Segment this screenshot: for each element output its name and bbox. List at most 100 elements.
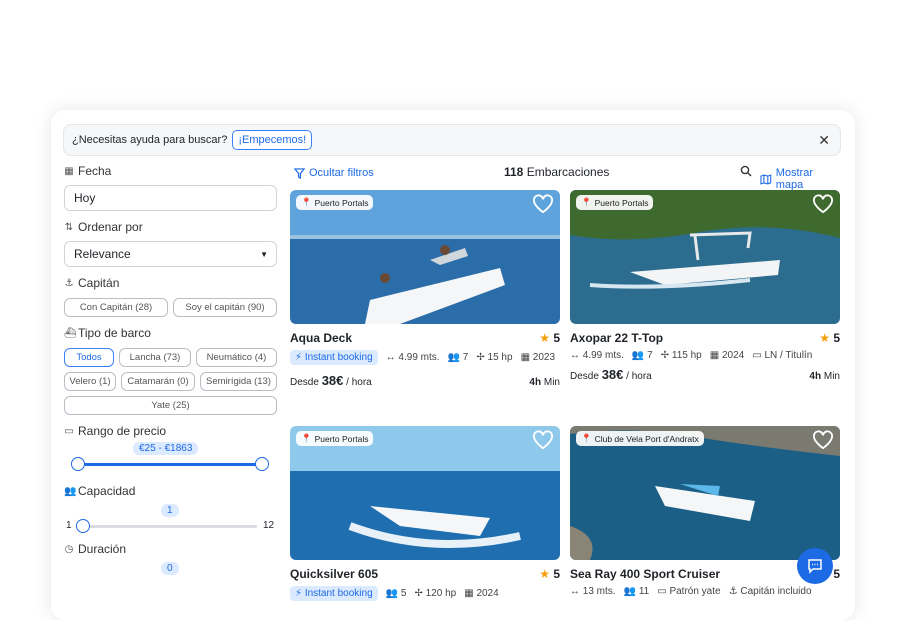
help-banner: ¿Necesitas ayuda para buscar? ¡Empecemos…: [63, 124, 841, 156]
star-icon: ★: [539, 331, 550, 345]
sort-icon: ⇅: [64, 221, 74, 233]
location-tag: 📍 Puerto Portals: [576, 195, 654, 210]
boat-type-label: ⛴ Tipo de barco: [64, 326, 151, 340]
chip-boat-catamaran[interactable]: Catamarán (0): [121, 372, 195, 391]
engine-spec: ✢ 115 hp: [660, 350, 702, 361]
star-icon: ★: [539, 567, 550, 581]
pin-icon: 📍: [581, 433, 592, 443]
boat-rating: ★ 5: [539, 331, 560, 345]
year-spec: ▦ 2024: [464, 588, 499, 599]
price-range-pill: €25 - €1863: [133, 442, 199, 455]
people-spec: 👥 7: [447, 352, 469, 363]
capacity-max-label: 12: [263, 520, 275, 531]
boat-price: Desde 38€ / hora 4h Min: [290, 373, 560, 388]
duration-slider: 0: [64, 558, 278, 588]
skipper-spec: ▭ Patrón yate: [657, 586, 721, 597]
price-max-handle[interactable]: [255, 457, 269, 471]
price-slider: €25 - €1863: [64, 440, 278, 476]
sort-label: ⇅ Ordenar por: [64, 220, 143, 234]
boat-photo[interactable]: 📍 Club de Vela Port d'Andratx: [570, 426, 840, 560]
engine-spec: ✢ 15 hp: [476, 352, 513, 363]
chat-icon: [808, 559, 822, 574]
capacity-slider: 1 1 12: [64, 500, 278, 536]
people-spec: 👥 7: [631, 350, 653, 361]
calendar-icon: ▦: [64, 165, 74, 177]
people-spec: 👥 5: [385, 588, 407, 599]
heart-icon[interactable]: [532, 430, 554, 450]
capacity-handle[interactable]: [76, 519, 90, 533]
results-toolbar: Ocultar filtros 118 Embarcaciones Mostra…: [290, 165, 842, 191]
boat-photo[interactable]: 📍 Puerto Portals: [570, 190, 840, 324]
boat-name: Axopar 22 T-Top: [570, 331, 664, 345]
chip-boat-all[interactable]: Todos: [64, 348, 114, 367]
search-icon[interactable]: [740, 165, 752, 180]
date-label: ▦ Fecha: [64, 164, 112, 178]
boat-card[interactable]: 📍 Puerto Portals Aqua Deck ★ 5 ⚡ Instant b…: [290, 190, 560, 388]
chat-button[interactable]: [797, 548, 833, 584]
money-icon: ▭: [64, 425, 74, 437]
chip-self-captain[interactable]: Soy el capitán (90): [173, 298, 277, 317]
boat-photo[interactable]: 📍 Puerto Portals: [290, 426, 560, 560]
boat-name: Quicksilver 605: [290, 567, 379, 581]
heart-icon[interactable]: [812, 430, 834, 450]
captain-label: ⚓ Capitán: [64, 276, 120, 290]
chip-boat-neumatico[interactable]: Neumático (4): [196, 348, 277, 367]
duration-value-pill: 0: [161, 562, 179, 575]
chip-with-captain[interactable]: Con Capitán (28): [64, 298, 168, 317]
boat-card[interactable]: 📍 Puerto Portals Axopar 22 T-Top ★ 5 ↔ 4.9…: [570, 190, 840, 382]
capacity-value-pill: 1: [161, 504, 179, 517]
filter-icon: [294, 167, 305, 179]
price-min-handle[interactable]: [71, 457, 85, 471]
clock-icon: ◷: [64, 543, 74, 555]
capacity-track: [78, 525, 257, 528]
chip-boat-semirigida[interactable]: Semirígida (13): [200, 372, 277, 391]
capacity-min-label: 1: [66, 520, 72, 531]
chip-boat-yate[interactable]: Yate (25): [64, 396, 277, 415]
boat-name: Aqua Deck: [290, 331, 353, 345]
chip-boat-velero[interactable]: Velero (1): [64, 372, 116, 391]
instant-booking-badge: ⚡ Instant booking: [290, 350, 378, 365]
engine-spec: ✢ 120 hp: [414, 588, 457, 599]
pin-icon: 📍: [581, 197, 592, 207]
capacity-label: 👥 Capacidad: [64, 484, 136, 498]
location-tag: 📍 Club de Vela Port d'Andratx: [576, 431, 704, 446]
heart-icon[interactable]: [812, 194, 834, 214]
date-input[interactable]: Hoy: [64, 185, 277, 211]
duration-label: ◷ Duración: [64, 542, 127, 556]
length-spec: ↔ 4.99 mts.: [570, 350, 624, 361]
boat-rating: ★ 5: [539, 567, 560, 581]
year-spec: ▦ 2024: [709, 350, 745, 361]
pin-icon: 📍: [301, 433, 312, 443]
search-panel: ¿Necesitas ayuda para buscar? ¡Empecemos…: [51, 110, 855, 620]
price-fill: [78, 463, 262, 466]
boat-photo[interactable]: 📍 Puerto Portals: [290, 190, 560, 324]
boat-rating: 5: [833, 567, 840, 581]
license-spec: ▭ LN / Titulín: [752, 350, 813, 361]
location-tag: 📍 Puerto Portals: [296, 195, 374, 210]
boat-rating: ★ 5: [819, 331, 840, 345]
boat-price: Desde 38€ / hora 4h Min: [570, 367, 840, 382]
instant-booking-badge: ⚡ Instant booking: [290, 586, 378, 601]
sort-select[interactable]: Relevance ▼: [64, 241, 277, 267]
help-question: ¿Necesitas ayuda para buscar?: [72, 134, 228, 146]
boat-name: Sea Ray 400 Sport Cruiser: [570, 567, 721, 581]
boat-card[interactable]: 📍 Puerto Portals Quicksilver 605 ★ 5 ⚡ Ins…: [290, 426, 560, 601]
price-label: ▭ Rango de precio: [64, 424, 167, 438]
chip-boat-lancha[interactable]: Lancha (73): [119, 348, 191, 367]
chevron-down-icon: ▼: [260, 249, 268, 259]
hide-filters-button[interactable]: Ocultar filtros: [294, 167, 374, 179]
people-icon: 👥: [64, 485, 77, 497]
length-spec: ↔ 13 mts.: [570, 586, 616, 597]
location-tag: 📍 Puerto Portals: [296, 431, 374, 446]
pin-icon: 📍: [301, 197, 312, 207]
year-spec: ▦ 2023: [520, 352, 556, 363]
start-help-button[interactable]: ¡Empecemos!: [232, 130, 313, 150]
heart-icon[interactable]: [532, 194, 554, 214]
boat-icon: ⛴: [64, 327, 77, 339]
filters-sidebar: ▦ Fecha Hoy ⇅ Ordenar por Relevance ▼ ⚓ Capi…: [64, 162, 278, 588]
show-map-button[interactable]: Mostrar mapa: [760, 167, 842, 191]
captain-spec: ⚓ Capitán incluido: [728, 586, 812, 597]
results-count: 118 Embarcaciones: [504, 165, 610, 179]
close-icon[interactable]: ✕: [818, 133, 830, 147]
star-icon: ★: [819, 331, 830, 345]
